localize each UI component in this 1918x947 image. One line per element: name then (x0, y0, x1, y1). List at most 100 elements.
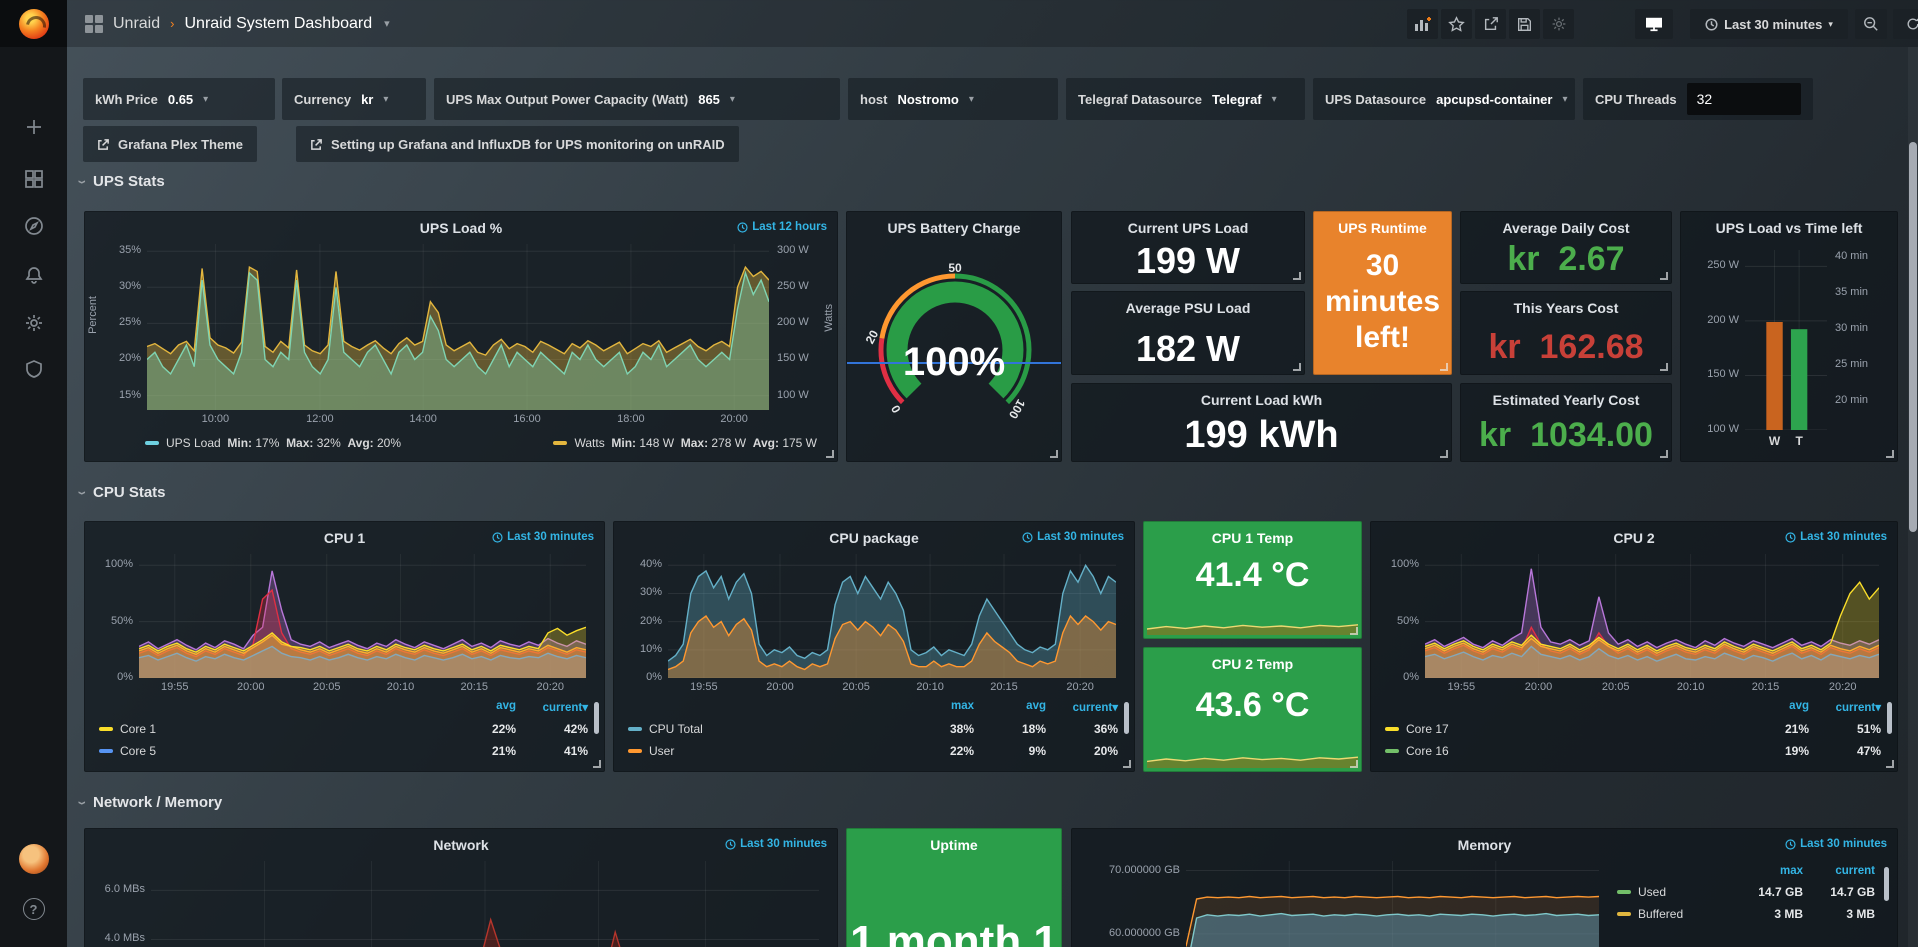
legend-col-header[interactable]: current▾ (516, 700, 588, 714)
legend-series-name[interactable]: Core 1 (99, 722, 444, 736)
panel-time-range[interactable]: Last 30 minutes (725, 838, 827, 850)
configuration-gear-icon[interactable] (0, 303, 67, 343)
cpu1-chart[interactable]: 100%50%0%19:5520:0020:0520:1020:1520:20 (95, 554, 594, 696)
legend-col-header[interactable]: current▾ (1809, 700, 1881, 714)
section-ups-stats[interactable]: › UPS Stats (81, 173, 165, 190)
legend-entry[interactable]: UPS Load Min: 17% Max: 32% Avg: 20% (145, 436, 401, 450)
legend-series-name[interactable]: CPU Total (628, 722, 902, 736)
panel-cpu2-temp[interactable]: CPU 2 Temp 43.6 °C (1143, 647, 1362, 772)
link-grafana-plex-theme[interactable]: Grafana Plex Theme (83, 126, 257, 162)
page-scrollbar-thumb[interactable] (1909, 142, 1917, 532)
legend-scrollbar[interactable] (1884, 867, 1889, 901)
section-cpu-stats[interactable]: › CPU Stats (81, 484, 166, 501)
dashboard-grid-icon[interactable] (85, 15, 103, 33)
panel-time-range[interactable]: Last 30 minutes (1022, 531, 1124, 543)
settings-gear-icon[interactable] (1543, 9, 1574, 39)
legend-col-header[interactable]: avg (974, 700, 1046, 714)
explore-compass-icon[interactable] (0, 206, 67, 246)
panel-ups-load-vs-time-left[interactable]: UPS Load vs Time left 250 W200 W150 W100… (1680, 211, 1898, 462)
variable-telegraf-datasource[interactable]: Telegraf Datasource Telegraf ▾ (1066, 78, 1305, 120)
panel-title[interactable]: This Years Cost (1461, 300, 1671, 316)
variable-value[interactable]: kr (361, 92, 373, 107)
panel-cpu1-temp[interactable]: CPU 1 Temp 41.4 °C (1143, 521, 1362, 639)
cycle-view-monitor-icon[interactable] (1635, 9, 1673, 39)
breadcrumb-app[interactable]: Unraid (113, 15, 160, 33)
panel-title[interactable]: Average Daily Cost (1461, 220, 1671, 236)
panel-title[interactable]: CPU 1 Temp (1144, 530, 1361, 546)
user-avatar[interactable] (0, 839, 67, 879)
legend-series-name[interactable]: Core 16 (1385, 744, 1737, 758)
panel-cpu1[interactable]: CPU 1 Last 30 minutes 100%50%0%19:5520:0… (84, 521, 605, 772)
legend-col-header[interactable]: max (902, 700, 974, 714)
panel-current-load-kwh[interactable]: Current Load kWh 199 kWh (1071, 383, 1452, 462)
panel-title[interactable]: Memory (1072, 837, 1897, 853)
panel-title[interactable]: UPS Load % (85, 220, 837, 236)
panel-cpu-package[interactable]: CPU package Last 30 minutes 40%30%20%10%… (613, 521, 1135, 772)
cpu-package-chart[interactable]: 40%30%20%10%0%19:5520:0020:0520:1020:152… (624, 554, 1124, 696)
page-title[interactable]: Unraid System Dashboard (184, 15, 372, 33)
panel-uptime[interactable]: Uptime 1 month 1 (846, 828, 1062, 947)
variable-currency[interactable]: Currency kr ▾ (282, 78, 426, 120)
page-scrollbar[interactable] (1908, 47, 1918, 947)
variable-kwh-price[interactable]: kWh Price 0.65 ▾ (83, 78, 275, 120)
legend-col-header[interactable]: max (1731, 865, 1803, 877)
variable-value[interactable]: 865 (698, 92, 720, 107)
ups-load-chart[interactable]: 35%30%25%20%15%300 W250 W200 W150 W100 W… (97, 244, 825, 428)
variable-value[interactable]: Nostromo (897, 92, 958, 107)
panel-estimated-yearly-cost[interactable]: Estimated Yearly Cost kr 1034.00 (1460, 383, 1672, 462)
panel-title[interactable]: Average PSU Load (1072, 300, 1304, 316)
panel-title[interactable]: Current Load kWh (1072, 392, 1451, 408)
help-icon[interactable]: ? (0, 889, 67, 929)
network-chart[interactable]: 6.0 MBs4.0 MBs2.0 MBs (95, 861, 827, 947)
variable-value[interactable]: 0.65 (168, 92, 193, 107)
legend-scrollbar[interactable] (1887, 702, 1892, 734)
panel-title[interactable]: UPS Battery Charge (847, 220, 1061, 236)
zoom-out-button[interactable] (1855, 9, 1887, 39)
panel-time-range[interactable]: Last 30 minutes (1785, 531, 1887, 543)
panel-ups-battery-charge[interactable]: UPS Battery Charge 0 20 50 100 100% (846, 211, 1062, 462)
title-dropdown-caret-icon[interactable]: ▾ (384, 17, 390, 30)
refresh-button[interactable]: 5s ▾ (1893, 9, 1918, 39)
legend-series-name[interactable]: Buffered (1617, 907, 1731, 921)
legend-series-name[interactable]: User (628, 744, 902, 758)
grafana-logo[interactable] (0, 0, 67, 47)
legend-col-header[interactable]: current▾ (1046, 700, 1118, 714)
legend-series-name[interactable]: Used (1617, 885, 1731, 899)
panel-network[interactable]: Network Last 30 minutes 6.0 MBs4.0 MBs2.… (84, 828, 838, 947)
panel-title[interactable]: Uptime (847, 837, 1061, 853)
variable-ups-max-watt[interactable]: UPS Max Output Power Capacity (Watt) 865… (434, 78, 840, 120)
panel-time-range[interactable]: Last 30 minutes (1785, 838, 1887, 850)
cpu2-chart[interactable]: 100%50%0%19:5520:0020:0520:1020:1520:20 (1381, 554, 1887, 696)
cpu-threads-input[interactable]: 32 (1687, 83, 1801, 115)
section-network-memory[interactable]: › Network / Memory (81, 794, 222, 811)
panel-cpu2[interactable]: CPU 2 Last 30 minutes 100%50%0%19:5520:0… (1370, 521, 1898, 772)
create-plus-icon[interactable] (0, 107, 67, 147)
legend-col-header[interactable]: current (1803, 865, 1875, 877)
save-button[interactable] (1509, 9, 1540, 39)
variable-value[interactable]: apcupsd-container (1436, 92, 1552, 107)
legend-entry[interactable]: Watts Min: 148 W Max: 278 W Avg: 175 W (553, 436, 817, 450)
variable-value[interactable]: Telegraf (1212, 92, 1262, 107)
variable-ups-datasource[interactable]: UPS Datasource apcupsd-container ▾ (1313, 78, 1575, 120)
legend-scrollbar[interactable] (594, 702, 599, 734)
variable-host[interactable]: host Nostromo ▾ (848, 78, 1058, 120)
dashboards-icon[interactable] (0, 159, 67, 199)
panel-title[interactable]: UPS Load vs Time left (1681, 220, 1897, 236)
legend-col-header[interactable]: avg (444, 700, 516, 714)
panel-ups-runtime[interactable]: UPS Runtime 30 minutes left! (1313, 211, 1452, 375)
panel-title[interactable]: CPU 2 Temp (1144, 656, 1361, 672)
panel-ups-load[interactable]: UPS Load % Last 12 hours Percent Watts 3… (84, 211, 838, 462)
time-range-picker[interactable]: Last 30 minutes ▾ (1690, 9, 1848, 39)
legend-series-name[interactable]: Core 17 (1385, 722, 1737, 736)
link-ups-monitoring-guide[interactable]: Setting up Grafana and InfluxDB for UPS … (296, 126, 739, 162)
panel-average-daily-cost[interactable]: Average Daily Cost kr 2.67 (1460, 211, 1672, 284)
alerting-bell-icon[interactable] (0, 255, 67, 295)
add-panel-button[interactable] (1407, 9, 1438, 39)
panel-time-range[interactable]: Last 12 hours (737, 221, 827, 233)
star-button[interactable] (1441, 9, 1472, 39)
panel-title[interactable]: UPS Runtime (1314, 220, 1451, 236)
panel-title[interactable]: Current UPS Load (1072, 220, 1304, 236)
panel-memory[interactable]: Memory Last 30 minutes 70.000000 GB60.00… (1071, 828, 1898, 947)
share-button[interactable] (1475, 9, 1506, 39)
legend-series-name[interactable]: Core 5 (99, 744, 444, 758)
